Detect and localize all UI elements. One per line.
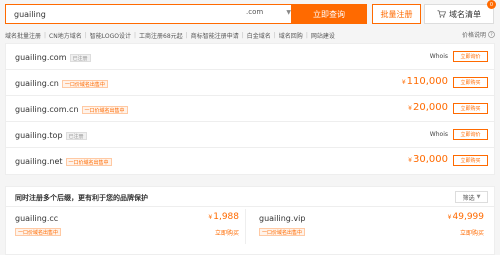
currency-symbol: ¥	[447, 214, 452, 221]
price-value: 49,999	[452, 212, 485, 222]
search-button[interactable]: 立即查询	[291, 4, 367, 24]
price-value: 110,000	[406, 76, 448, 87]
buy-button[interactable]: 立即购买	[453, 103, 488, 114]
currency-symbol: ¥	[408, 105, 412, 112]
domain-label: guailing.com.cn	[15, 105, 79, 114]
price: ¥30,000	[408, 154, 448, 165]
currency-symbol: ¥	[408, 157, 412, 164]
domain-list-label: 域名清单	[449, 9, 481, 19]
domain-list-button[interactable]: 域名清单 0	[424, 0, 496, 24]
result-row: guailing.com.cn 一口价域名出售中 ¥20,000 立即购买	[6, 96, 494, 122]
buy-button[interactable]: 立即购买	[453, 155, 488, 166]
domain-label: guailing.cc	[15, 214, 59, 223]
nav-link[interactable]: 域名批量注册	[5, 31, 41, 40]
chevron-down-icon: ▼	[476, 194, 481, 200]
tld-select-value: .com	[246, 8, 264, 16]
currency-symbol: ¥	[401, 79, 406, 86]
price: ¥20,000	[408, 102, 448, 113]
result-row: guailing.net 一口价域名出售中 ¥30,000 立即购买	[6, 148, 494, 174]
status-badge: 一口价域名出售中	[61, 79, 108, 88]
quick-links: 域名批量注册 | CN地方域名 | 智能LOGO设计 | 工商注册68元起 | 商标智能…	[5, 30, 495, 40]
suggestion-item: guailing.vip 一口价域名出售中 ¥49,999 立即购买	[250, 209, 490, 244]
divider: |	[273, 31, 276, 39]
domain-label: guailing.cn	[15, 79, 59, 88]
suggestion-header: 同时注册多个后缀，更有利于您的品牌保护 筛选 ▼	[6, 187, 494, 207]
divider: |	[134, 31, 137, 39]
domain-label: guailing.vip	[259, 214, 306, 223]
status-badge: 已注册	[69, 53, 91, 62]
suggestion-title: 同时注册多个后缀，更有利于您的品牌保护	[15, 194, 148, 202]
currency-symbol: ¥	[208, 214, 213, 221]
search-input[interactable]	[6, 5, 241, 23]
domain-label: guailing.net	[15, 157, 63, 166]
result-row: guailing.top 已注册 Whois 立即询价	[6, 122, 494, 148]
price-help-label: 价格说明	[461, 32, 486, 39]
status-badge: 已注册	[65, 131, 87, 140]
divider: |	[305, 31, 308, 39]
cart-count-badge: 0	[487, 0, 496, 9]
suggestion-panel: 同时注册多个后缀，更有利于您的品牌保护 筛选 ▼ guailing.cc 一口价…	[5, 186, 495, 255]
suggestion-item: guailing.cc 一口价域名出售中 ¥1,988 立即购买	[6, 209, 246, 244]
domain-label: guailing.com	[15, 53, 67, 62]
divider: |	[241, 31, 244, 39]
domain-name: guailing.cn 一口价域名出售中	[15, 79, 108, 88]
nav-link[interactable]: 商标智能注册申请	[191, 31, 239, 40]
price-help-link[interactable]: 价格说明 ?	[462, 30, 495, 39]
divider: |	[44, 31, 47, 39]
nav-link[interactable]: 网站建设	[311, 31, 335, 40]
question-icon: ?	[488, 31, 495, 38]
price: ¥49,999	[448, 212, 484, 222]
status-badge: 一口价域名出售中	[65, 157, 112, 166]
inquire-button[interactable]: 立即询价	[453, 51, 488, 62]
price-value: 1,988	[213, 212, 239, 222]
search-bar: .com ▼ 立即查询 批量注册 域名清单 0	[0, 0, 500, 28]
nav-link[interactable]: 白金域名	[247, 31, 271, 40]
filter-button[interactable]: 筛选 ▼	[455, 191, 488, 203]
price-value: 30,000	[413, 154, 448, 165]
status-badge: 一口价域名出售中	[259, 228, 306, 236]
domain-label: guailing.top	[15, 131, 63, 140]
domain-name: guailing.com.cn 一口价域名出售中	[15, 105, 128, 114]
buy-link[interactable]: 立即购买	[215, 228, 239, 237]
buy-button[interactable]: 立即购买	[453, 77, 488, 88]
result-row: guailing.com 已注册 Whois 立即询价	[6, 44, 494, 70]
nav-link[interactable]: CN地方域名	[49, 31, 82, 40]
whois-link[interactable]: Whois	[430, 53, 448, 60]
whois-link[interactable]: Whois	[430, 131, 448, 138]
domain-name: guailing.net 一口价域名出售中	[15, 157, 112, 166]
status-badge: 一口价域名出售中	[15, 228, 62, 236]
domain-name: guailing.com 已注册	[15, 53, 91, 62]
filter-label: 筛选	[462, 194, 475, 202]
divider: |	[84, 31, 87, 39]
price: ¥110,000	[402, 76, 448, 87]
domain-name: guailing.top 已注册	[15, 131, 87, 140]
search-box: .com ▼ 立即查询	[5, 4, 367, 24]
divider: |	[185, 31, 188, 39]
bulk-register-button[interactable]: 批量注册	[372, 4, 421, 24]
nav-link[interactable]: 域名回购	[279, 31, 303, 40]
nav-link[interactable]: 工商注册68元起	[139, 31, 183, 40]
results-list: guailing.com 已注册 Whois 立即询价 guailing.cn 一口…	[5, 43, 495, 175]
status-badge: 一口价域名出售中	[81, 105, 128, 114]
cart-icon	[437, 10, 446, 18]
tld-select[interactable]: .com ▼	[246, 8, 291, 20]
price-value: 20,000	[413, 102, 448, 113]
buy-link[interactable]: 立即购买	[460, 228, 484, 237]
nav-link[interactable]: 智能LOGO设计	[90, 31, 131, 40]
price: ¥1,988	[208, 212, 239, 222]
inquire-button[interactable]: 立即询价	[453, 129, 488, 140]
result-row: guailing.cn 一口价域名出售中 ¥110,000 立即购买	[6, 70, 494, 96]
